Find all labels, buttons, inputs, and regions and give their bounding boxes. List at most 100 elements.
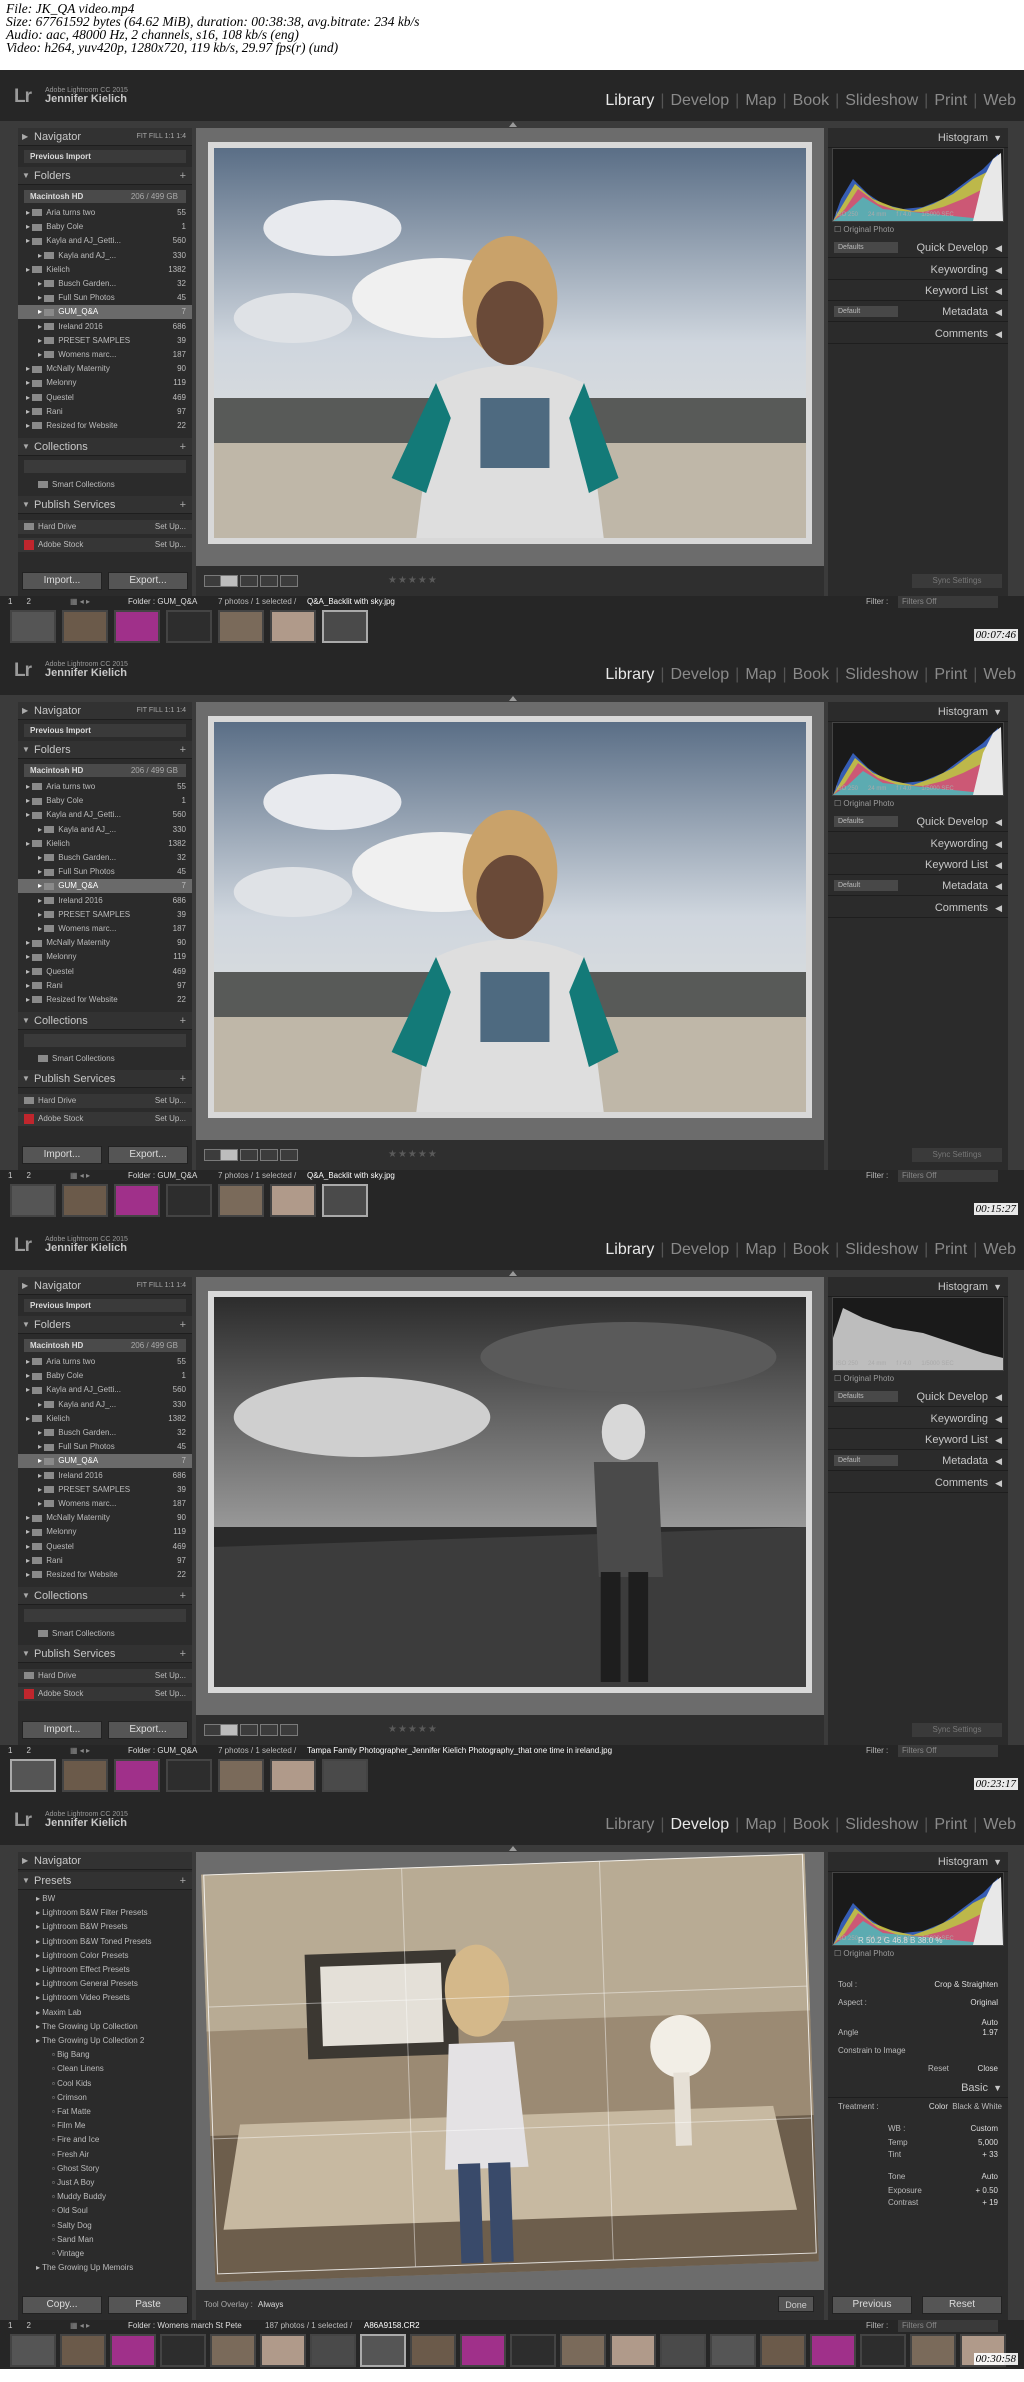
publish-service-row[interactable]: Hard Drive Set Up... bbox=[18, 1094, 192, 1108]
folder-row[interactable]: ▸ Melonny 119 bbox=[18, 376, 192, 390]
metadata-preset-select[interactable]: Default bbox=[834, 306, 898, 317]
module-develop[interactable]: Develop bbox=[670, 1816, 729, 1833]
setup-link[interactable]: Set Up... bbox=[155, 520, 186, 534]
original-photo-toggle[interactable]: ☐ Original Photo bbox=[834, 1949, 894, 1958]
folder-row[interactable]: ▸ Aria turns two 55 bbox=[18, 780, 192, 794]
setup-link[interactable]: Set Up... bbox=[155, 1669, 186, 1683]
publish-services-header[interactable]: ▼ Publish Services + bbox=[18, 1645, 192, 1663]
add-folder-icon[interactable]: + bbox=[180, 741, 186, 759]
preset-row[interactable]: ▸ Lightroom Effect Presets bbox=[18, 1963, 192, 1977]
folder-row[interactable]: ▸ PRESET SAMPLES 39 bbox=[18, 908, 192, 922]
folder-row[interactable]: ▸ Kayla and AJ_... 330 bbox=[18, 823, 192, 837]
thumbnail[interactable] bbox=[760, 2334, 806, 2367]
keywording-header[interactable]: Keywording ◀ bbox=[828, 834, 1008, 854]
folder-row[interactable]: ▸ Kayla and AJ_... 330 bbox=[18, 249, 192, 263]
people-view-icon[interactable] bbox=[280, 1724, 298, 1736]
thumbnail[interactable] bbox=[114, 610, 160, 643]
folder-row[interactable]: ▸ GUM_Q&A 7 bbox=[18, 305, 192, 320]
loupe-view-icon[interactable] bbox=[220, 575, 238, 587]
checkbox-icon[interactable]: ☐ bbox=[834, 1374, 843, 1383]
import-button[interactable]: Import... bbox=[22, 1721, 102, 1739]
expand-icon[interactable]: ◀ bbox=[995, 281, 1002, 301]
filter-select[interactable]: Filters Off bbox=[898, 1170, 998, 1182]
preset-row[interactable]: ▫ Clean Linens bbox=[18, 2062, 192, 2076]
sync-settings-button[interactable]: Sync Settings bbox=[912, 1723, 1002, 1737]
survey-view-icon[interactable] bbox=[260, 1724, 278, 1736]
metadata-preset-select[interactable]: Default bbox=[834, 1455, 898, 1466]
preset-row[interactable]: ▫ Muddy Buddy bbox=[18, 2190, 192, 2204]
keywording-header[interactable]: Keywording ◀ bbox=[828, 1409, 1008, 1429]
add-folder-icon[interactable]: + bbox=[180, 167, 186, 185]
preset-row[interactable]: ▸ BW bbox=[18, 1892, 192, 1906]
previous-import-row[interactable]: Previous Import bbox=[24, 724, 186, 737]
collection-filter[interactable] bbox=[24, 460, 186, 473]
folders-header[interactable]: ▼ Folders + bbox=[18, 1316, 192, 1334]
preset-row[interactable]: ▫ Fresh Air bbox=[18, 2148, 192, 2162]
preset-row[interactable]: ▫ Just A Boy bbox=[18, 2176, 192, 2190]
rs-label[interactable]: Reset bbox=[928, 2064, 949, 2073]
thumbnail[interactable] bbox=[166, 1759, 212, 1792]
navigator-header[interactable]: ▶ Navigator FIT FILL 1:1 1:4 bbox=[18, 128, 192, 146]
folder-row[interactable]: ▸ Kayla and AJ_Getti... 560 bbox=[18, 234, 192, 248]
module-slideshow[interactable]: Slideshow bbox=[845, 1241, 918, 1258]
module-map[interactable]: Map bbox=[745, 1241, 776, 1258]
exposure-value[interactable]: + 0.50 bbox=[976, 2186, 998, 2195]
original-photo-toggle[interactable]: ☐ Original Photo bbox=[834, 799, 894, 808]
module-book[interactable]: Book bbox=[793, 92, 829, 109]
publish-service-row[interactable]: Adobe Stock Set Up... bbox=[18, 538, 192, 552]
folder-row[interactable]: ▸ Busch Garden... 32 bbox=[18, 277, 192, 291]
collection-filter[interactable] bbox=[24, 1609, 186, 1622]
thumbnail[interactable] bbox=[166, 1184, 212, 1217]
folder-row[interactable]: ▸ Baby Cole 1 bbox=[18, 220, 192, 234]
add-collection-icon[interactable]: + bbox=[180, 438, 186, 456]
histogram-header[interactable]: Histogram ▼ bbox=[828, 1852, 1008, 1872]
thumbnail[interactable] bbox=[270, 610, 316, 643]
folder-source-label[interactable]: Folder : GUM_Q&A bbox=[128, 596, 197, 608]
folder-row[interactable]: ▸ Rani 97 bbox=[18, 1554, 192, 1568]
thumbnail[interactable] bbox=[270, 1184, 316, 1217]
thumbnail[interactable] bbox=[860, 2334, 906, 2367]
publish-service-row[interactable]: Hard Drive Set Up... bbox=[18, 520, 192, 534]
expand-triangle-icon[interactable]: ▶ bbox=[22, 702, 28, 720]
preset-row[interactable]: ▸ Maxim Lab bbox=[18, 2006, 192, 2020]
folder-row[interactable]: ▸ Kayla and AJ_... 330 bbox=[18, 1398, 192, 1412]
folder-row[interactable]: ▸ Kayla and AJ_Getti... 560 bbox=[18, 808, 192, 822]
expand-icon[interactable]: ◀ bbox=[995, 812, 1002, 832]
thumbnail[interactable] bbox=[322, 1759, 368, 1792]
folder-row[interactable]: ▸ Full Sun Photos 45 bbox=[18, 291, 192, 305]
treatment-value[interactable]: Color bbox=[929, 2102, 948, 2111]
add-service-icon[interactable]: + bbox=[180, 1070, 186, 1088]
thumbnail[interactable] bbox=[410, 2334, 456, 2367]
file-name[interactable]: Q&A_Backlit with sky.jpg bbox=[307, 1170, 395, 1182]
sync-settings-button[interactable]: Sync Settings bbox=[912, 1148, 1002, 1162]
filmstrip-grid-icon[interactable]: ▦ ◂ ▸ bbox=[70, 1170, 90, 1182]
page-buttons[interactable]: 12 bbox=[8, 596, 31, 608]
folders-header[interactable]: ▼ Folders + bbox=[18, 167, 192, 185]
file-name[interactable]: Tampa Family Photographer_Jennifer Kieli… bbox=[307, 1745, 612, 1757]
module-web[interactable]: Web bbox=[983, 1241, 1016, 1258]
thumbnail[interactable] bbox=[710, 2334, 756, 2367]
folder-row[interactable]: ▸ Kielich 1382 bbox=[18, 837, 192, 851]
crop-overlay[interactable] bbox=[203, 1853, 817, 2275]
keyword-list-header[interactable]: Keyword List ◀ bbox=[828, 281, 1008, 301]
expand-icon[interactable]: ◀ bbox=[995, 898, 1002, 918]
expand-icon[interactable]: ◀ bbox=[995, 834, 1002, 854]
preset-row[interactable]: ▫ Cool Kids bbox=[18, 2077, 192, 2091]
publish-service-row[interactable]: Adobe Stock Set Up... bbox=[18, 1687, 192, 1701]
histogram-chart[interactable] bbox=[832, 1297, 1004, 1371]
temp-value[interactable]: 5,000 bbox=[978, 2138, 998, 2147]
setup-link[interactable]: Set Up... bbox=[155, 1112, 186, 1126]
preset-row[interactable]: ▫ Salty Dog bbox=[18, 2219, 192, 2233]
folder-row[interactable]: ▸ Questel 469 bbox=[18, 1540, 192, 1554]
module-slideshow[interactable]: Slideshow bbox=[845, 1816, 918, 1833]
expand-icon[interactable]: ◀ bbox=[995, 324, 1002, 344]
metadata-preset-select[interactable]: Default bbox=[834, 880, 898, 891]
module-book[interactable]: Book bbox=[793, 1816, 829, 1833]
contrast-value[interactable]: + 19 bbox=[982, 2198, 998, 2207]
thumbnail[interactable] bbox=[114, 1184, 160, 1217]
module-print[interactable]: Print bbox=[934, 1241, 967, 1258]
folder-row[interactable]: ▸ Questel 469 bbox=[18, 391, 192, 405]
file-name[interactable]: A86A9158.CR2 bbox=[364, 2320, 420, 2332]
checkbox-icon[interactable]: ☐ bbox=[834, 1949, 843, 1958]
collections-header[interactable]: ▼ Collections + bbox=[18, 1587, 192, 1605]
